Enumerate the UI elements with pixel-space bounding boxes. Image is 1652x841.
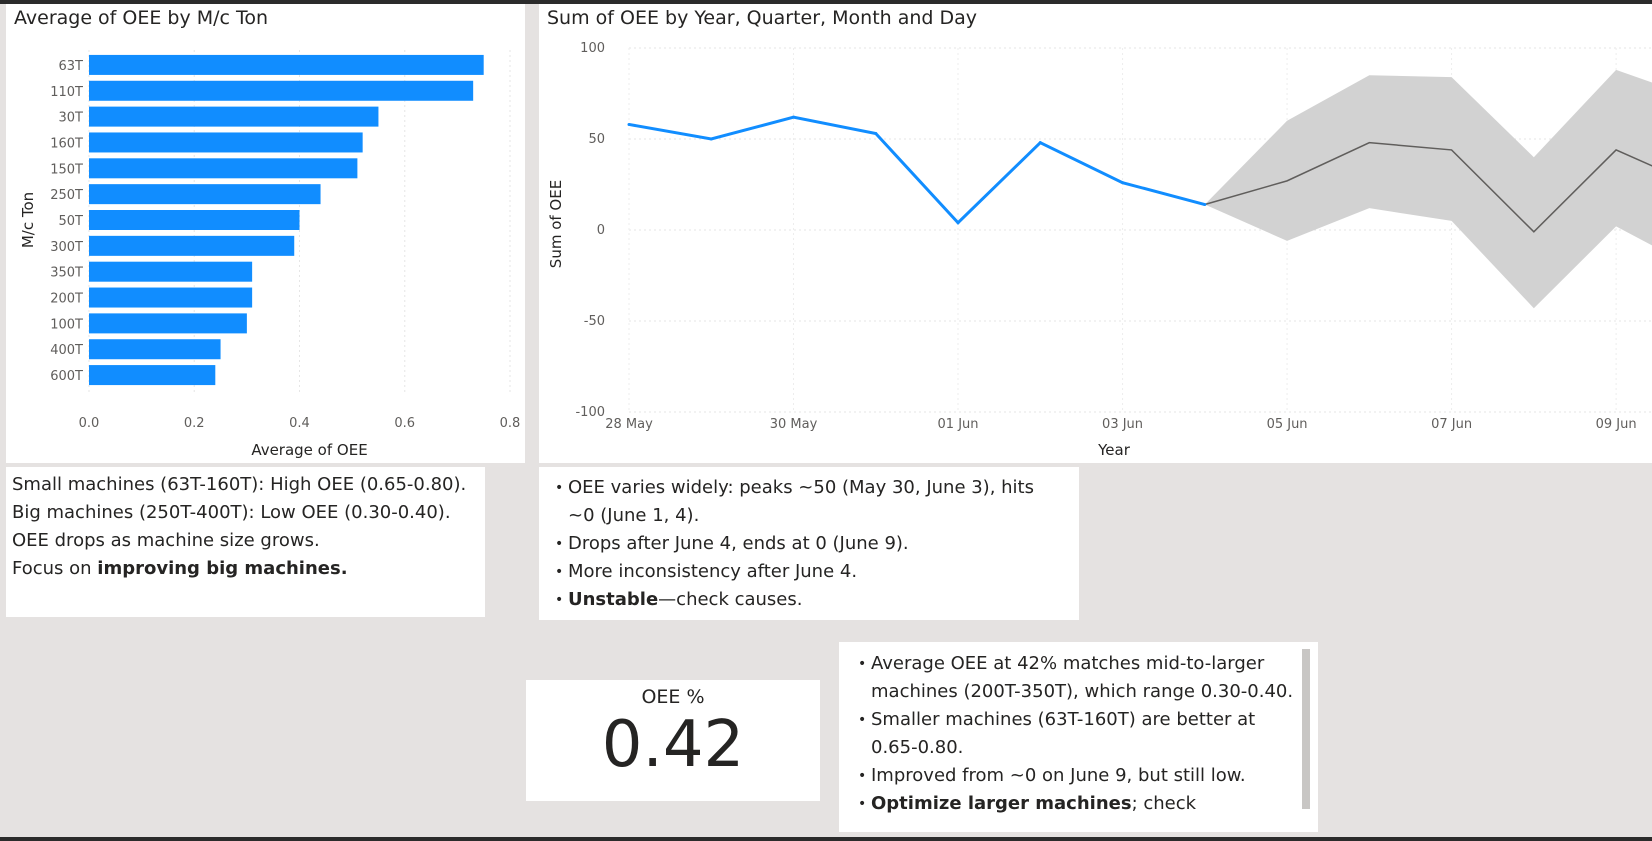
line-y-axis-title: Sum of OEE [547,180,565,268]
line-y-tick-label: 0 [597,223,605,238]
bar-category-label: 600T [50,369,83,384]
bullet-rest: —check causes. [658,589,803,610]
bar-160T[interactable] [89,132,363,153]
bar-category-label: 50T [59,214,84,229]
bar-150T[interactable] [89,158,358,179]
line-x-tick-label: 30 May [770,417,818,432]
bullet-item: Smaller machines (63T-160T) are better a… [856,706,1296,762]
bar-100T[interactable] [89,313,247,334]
line-chart: 100 50 0 -50 -10028 May 30 May 01 Jun 03 Jun 05 … [547,41,1652,459]
forecast-confidence-band [1204,69,1652,309]
bar-x-tick-label: 0.4 [289,416,310,431]
bar-chart: 0.0 0.2 0.4 0.6 0.8 63T 110T 30T 160T 150T 250T 50T… [19,50,521,459]
bar-400T[interactable] [89,339,221,360]
line-y-tick-label: -100 [575,405,605,420]
window-bottom-border [0,837,1652,841]
bullet-emphasis: Optimize larger machines [871,793,1132,814]
bar-chart-visual[interactable]: Average of OEE by M/c Ton 0.0 0.2 0.4 0.6 0.… [6,4,525,463]
kpi-card[interactable]: OEE % 0.42 [526,680,820,801]
bar-category-label: 160T [50,136,83,151]
insight-text-summary: Average OEE at 42% matches mid-to-larger… [856,650,1296,818]
line-x-tick-label: 05 Jun [1267,417,1308,432]
bullet-rest: ; check [1131,793,1197,814]
insight-text-trend: OEE varies widely: peaks ~50 (May 30, Ju… [553,474,1063,614]
oee-data-point[interactable] [1121,181,1125,185]
bar-x-tick-label: 0.0 [79,416,100,431]
bar-200T[interactable] [89,287,253,308]
textbox-scrollbar[interactable] [1302,649,1310,809]
line-x-tick-label: 28 May [605,417,653,432]
line-y-tick-label: 100 [580,41,605,56]
insight-line: Small machines (63T-160T): High OEE (0.6… [12,474,467,495]
bar-category-label: 250T [50,188,83,203]
bar-350T[interactable] [89,261,253,282]
bullet-item: Average OEE at 42% matches mid-to-larger… [856,650,1296,706]
bar-x-axis-title: Average of OEE [251,441,367,459]
bar-x-tick-label: 0.2 [184,416,205,431]
bar-250T[interactable] [89,184,321,205]
bar-63T[interactable] [89,54,484,75]
insight-textbox-machines[interactable]: Small machines (63T-160T): High OEE (0.6… [6,467,485,617]
oee-data-point[interactable] [874,132,878,136]
oee-data-point[interactable] [1038,141,1042,145]
bullet-item: Unstable—check causes. [553,586,1063,614]
insight-line: Focus on improving big machines. [12,555,466,583]
line-chart-visual[interactable]: Sum of OEE by Year, Quarter, Month and D… [539,4,1652,463]
bar-x-tick-label: 0.8 [500,416,521,431]
bullet-emphasis: Unstable [568,589,659,610]
bullet-item: More inconsistency after June 4. [553,558,1063,586]
insight-emphasis: improving big machines. [97,558,348,579]
insight-text-machines: Small machines (63T-160T): High OEE (0.6… [12,471,466,583]
line-x-axis-title: Year [1097,441,1131,459]
summary-bullet-list: Average OEE at 42% matches mid-to-larger… [856,650,1296,818]
line-x-tick-label: 07 Jun [1431,417,1472,432]
insight-line: OEE drops as machine size grows. [12,530,320,551]
bar-category-label: 200T [50,292,83,307]
bar-y-axis-title: M/c Ton [19,192,37,248]
insight-textbox-summary[interactable]: Average OEE at 42% matches mid-to-larger… [839,642,1318,832]
bar-50T[interactable] [89,210,300,230]
bar-110T[interactable] [89,80,474,101]
bar-600T[interactable] [89,365,216,386]
bullet-item: Improved from ~0 on June 9, but still lo… [856,762,1296,790]
bar-category-label: 300T [50,240,83,255]
kpi-value: 0.42 [601,708,745,782]
oee-data-point[interactable] [1203,203,1207,207]
oee-data-point[interactable] [709,137,713,141]
bar-category-label: 400T [50,343,83,358]
insight-textbox-trend[interactable]: OEE varies widely: peaks ~50 (May 30, Ju… [539,467,1079,620]
line-y-tick-label: -50 [584,314,605,329]
oee-data-point[interactable] [956,221,960,225]
bar-30T[interactable] [89,106,379,127]
line-x-tick-label: 09 Jun [1596,417,1637,432]
line-x-tick-label: 01 Jun [938,417,979,432]
bar-category-label: 110T [50,85,83,100]
bar-x-tick-label: 0.6 [394,416,415,431]
bar-category-label: 63T [59,59,84,74]
oee-data-point[interactable] [627,122,631,126]
oee-data-point[interactable] [792,115,796,119]
line-y-tick-label: 50 [588,132,605,147]
bar-category-label: 150T [50,162,83,177]
bullet-item: Drops after June 4, ends at 0 (June 9). [553,530,1063,558]
bullet-item: OEE varies widely: peaks ~50 (May 30, Ju… [553,474,1063,530]
oee-series-line[interactable] [628,115,1206,225]
bullet-item: Optimize larger machines; check [856,790,1296,818]
kpi-label: OEE % [641,686,705,708]
bar-category-label: 30T [59,111,84,126]
insight-line: Big machines (250T-400T): Low OEE (0.30-… [12,502,451,523]
line-x-tick-label: 03 Jun [1102,417,1143,432]
bar-300T[interactable] [89,235,295,256]
bar-category-label: 100T [50,317,83,332]
insight-prefix: Focus on [12,558,98,579]
trend-bullet-list: OEE varies widely: peaks ~50 (May 30, Ju… [553,474,1063,614]
bar-category-label: 350T [50,266,83,281]
